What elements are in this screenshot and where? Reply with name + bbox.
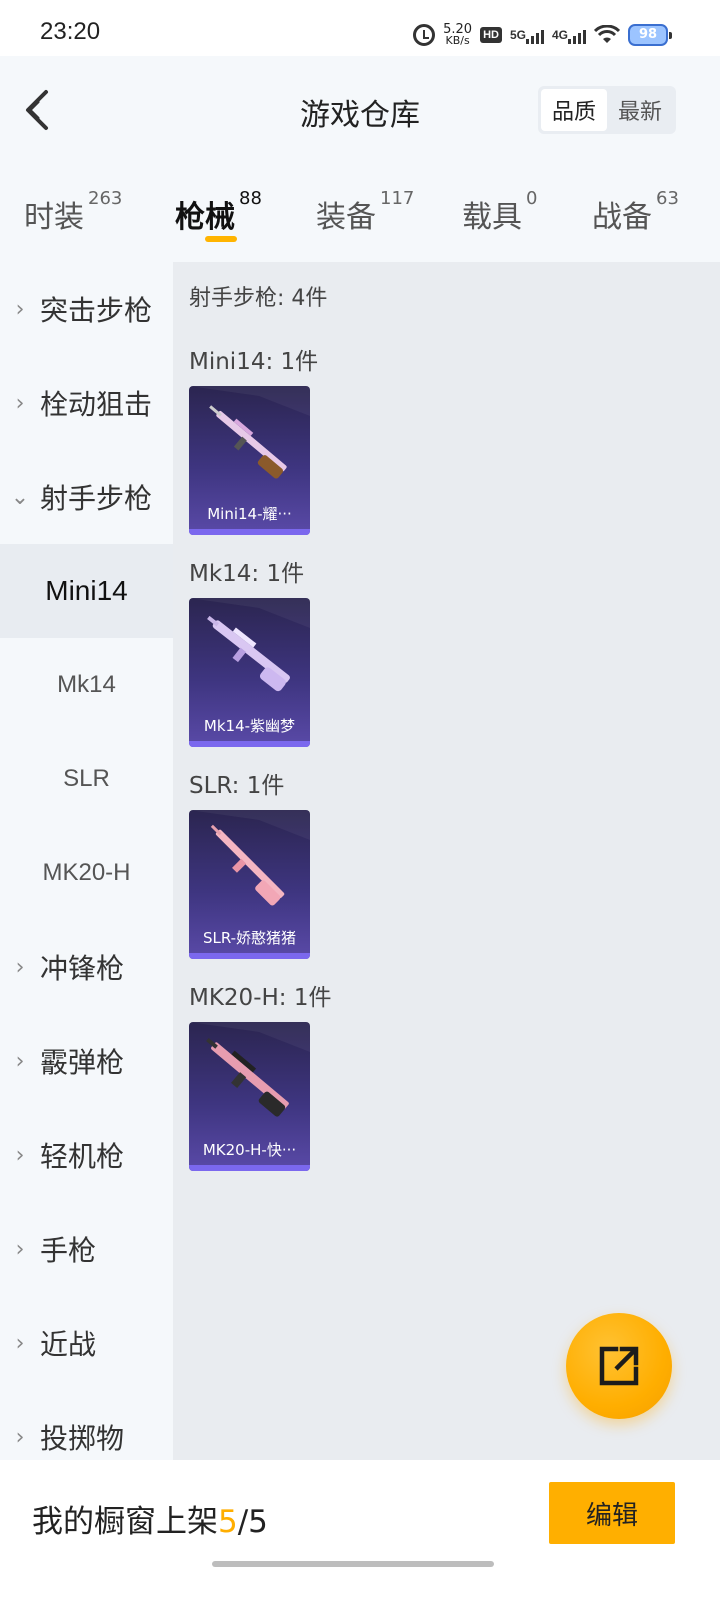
item-grid-panel: 射手步枪: 4件 Mini14: 1件 Mini14-耀··· Mk14: 1件 bbox=[173, 262, 720, 1462]
sidebar-item-label: 突击步枪 bbox=[40, 294, 153, 327]
rifle-skin-image bbox=[189, 386, 310, 479]
group-title: SLR: 1件 bbox=[189, 773, 285, 799]
hd-voice-icon: HD bbox=[480, 27, 502, 43]
item-card-label: SLR-娇憨猪猪 bbox=[202, 928, 297, 947]
sidebar-item-label: 轻机枪 bbox=[40, 1140, 125, 1173]
status-time: 23:20 bbox=[40, 18, 101, 45]
shelf-current-count: 5 bbox=[218, 1504, 238, 1540]
chevron-right-icon: › bbox=[15, 296, 25, 322]
group-title: Mini14: 1件 bbox=[189, 349, 319, 375]
chevron-right-icon: › bbox=[15, 1424, 25, 1450]
item-card-mini14[interactable]: Mini14-耀··· bbox=[189, 386, 310, 535]
sidebar-item-bolt-sniper[interactable]: › 栓动狙击 bbox=[0, 356, 173, 450]
wifi-icon bbox=[594, 25, 620, 45]
edit-button[interactable]: 编辑 bbox=[549, 1482, 675, 1544]
item-card-label: Mini14-耀··· bbox=[207, 504, 292, 523]
group-title: MK20-H: 1件 bbox=[189, 985, 332, 1011]
header: 游戏仓库 品质 最新 bbox=[0, 56, 720, 166]
sidebar-item-smg[interactable]: › 冲锋枪 bbox=[0, 920, 173, 1014]
sidebar-item-label: 冲锋枪 bbox=[40, 952, 125, 985]
signal-5g-icon: 5G bbox=[510, 26, 544, 44]
tab-count: 263 bbox=[88, 188, 123, 209]
chevron-right-icon: › bbox=[15, 1142, 25, 1168]
section-title: 射手步枪: 4件 bbox=[189, 286, 328, 311]
bottom-bar: 我的橱窗上架5/5 编辑 bbox=[0, 1460, 720, 1600]
sidebar-item-melee[interactable]: › 近战 bbox=[0, 1296, 173, 1390]
sort-newest-button[interactable]: 最新 bbox=[607, 89, 673, 131]
tab-gear[interactable]: 战备63 bbox=[592, 188, 679, 236]
status-icons: 5.20 KB/s HD 5G 4G 98 bbox=[413, 20, 672, 50]
shelf-total-count: /5 bbox=[237, 1504, 268, 1540]
sort-quality-button[interactable]: 品质 bbox=[541, 89, 607, 131]
shelf-label: 我的橱窗上架 bbox=[32, 1504, 218, 1540]
home-indicator[interactable] bbox=[212, 1561, 494, 1567]
rifle-skin-image bbox=[189, 1022, 310, 1117]
status-bar: 23:20 5.20 KB/s HD 5G 4G 98 bbox=[0, 0, 720, 56]
tab-label: 战备 bbox=[592, 200, 652, 235]
network-speed-unit: KB/s bbox=[445, 34, 470, 47]
sidebar-item-marksman-rifle[interactable]: ⌄ 射手步枪 bbox=[0, 450, 173, 544]
shelf-status: 我的橱窗上架5/5 bbox=[32, 1496, 268, 1541]
chevron-right-icon: › bbox=[15, 390, 25, 416]
tab-vehicles[interactable]: 载具0 bbox=[462, 188, 537, 236]
sidebar-item-pistol[interactable]: › 手枪 bbox=[0, 1202, 173, 1296]
tab-fashion[interactable]: 时装263 bbox=[24, 188, 122, 236]
tab-count: 117 bbox=[380, 188, 415, 209]
sidebar: › 突击步枪 › 栓动狙击 ⌄ 射手步枪 Mini14 Mk14 SLR MK2… bbox=[0, 262, 173, 1462]
chevron-right-icon: › bbox=[15, 1330, 25, 1356]
sidebar-item-label: 手枪 bbox=[40, 1234, 97, 1267]
sidebar-item-label: 射手步枪 bbox=[40, 482, 153, 515]
sidebar-item-label: 栓动狙击 bbox=[40, 388, 153, 421]
sidebar-item-label: 近战 bbox=[40, 1328, 97, 1361]
sidebar-item-shotgun[interactable]: › 霰弹枪 bbox=[0, 1014, 173, 1108]
tab-count: 63 bbox=[656, 188, 679, 209]
tab-count: 88 bbox=[239, 188, 262, 209]
sidebar-subitem-mk20h[interactable]: MK20-H bbox=[0, 826, 173, 920]
tab-equipment[interactable]: 装备117 bbox=[316, 188, 414, 236]
tab-label: 载具 bbox=[462, 200, 522, 235]
signal-bars-icon bbox=[525, 26, 544, 44]
sidebar-item-label: 霰弹枪 bbox=[40, 1046, 125, 1079]
sidebar-item-throwable[interactable]: › 投掷物 bbox=[0, 1390, 173, 1462]
chevron-down-icon: ⌄ bbox=[10, 484, 30, 510]
sidebar-item-assault-rifle[interactable]: › 突击步枪 bbox=[0, 262, 173, 356]
active-tab-indicator bbox=[205, 236, 237, 242]
group-title: Mk14: 1件 bbox=[189, 561, 305, 587]
tab-label: 时装 bbox=[24, 200, 84, 235]
chevron-right-icon: › bbox=[15, 1236, 25, 1262]
item-card-slr[interactable]: SLR-娇憨猪猪 bbox=[189, 810, 310, 959]
chevron-right-icon: › bbox=[15, 1048, 25, 1074]
rifle-skin-image bbox=[189, 598, 310, 692]
sidebar-item-label: 投掷物 bbox=[40, 1422, 125, 1455]
sidebar-subitem-mk14[interactable]: Mk14 bbox=[0, 638, 173, 732]
item-card-label: Mk14-紫幽梦 bbox=[203, 716, 296, 735]
rifle-skin-image bbox=[189, 810, 310, 906]
signal-bars-icon bbox=[568, 26, 586, 44]
sidebar-subitem-slr[interactable]: SLR bbox=[0, 732, 173, 826]
sidebar-item-lmg[interactable]: › 轻机枪 bbox=[0, 1108, 173, 1202]
tab-label: 枪械 bbox=[175, 200, 235, 235]
tab-firearms[interactable]: 枪械88 bbox=[175, 188, 262, 236]
tab-label: 装备 bbox=[316, 200, 376, 235]
tab-count: 0 bbox=[526, 188, 538, 209]
signal-4g-label: 4G bbox=[551, 28, 568, 42]
sort-toggle: 品质 最新 bbox=[538, 86, 676, 134]
item-card-mk14[interactable]: Mk14-紫幽梦 bbox=[189, 598, 310, 747]
signal-5g-label: 5G bbox=[509, 28, 526, 42]
sidebar-subitem-mini14[interactable]: Mini14 bbox=[0, 544, 173, 638]
signal-4g-icon: 4G bbox=[552, 26, 586, 44]
alarm-icon bbox=[413, 24, 436, 46]
item-card-mk20h[interactable]: MK20-H-快··· bbox=[189, 1022, 310, 1171]
item-card-label: MK20-H-快··· bbox=[202, 1140, 297, 1159]
battery-icon: 98 bbox=[628, 24, 672, 46]
category-tabs: 时装263 枪械88 装备117 载具0 战备63 bbox=[0, 166, 720, 262]
chevron-right-icon: › bbox=[15, 954, 25, 980]
network-speed: 5.20 KB/s bbox=[443, 23, 472, 47]
share-out-icon bbox=[599, 1346, 639, 1386]
share-fab-button[interactable] bbox=[566, 1313, 672, 1419]
